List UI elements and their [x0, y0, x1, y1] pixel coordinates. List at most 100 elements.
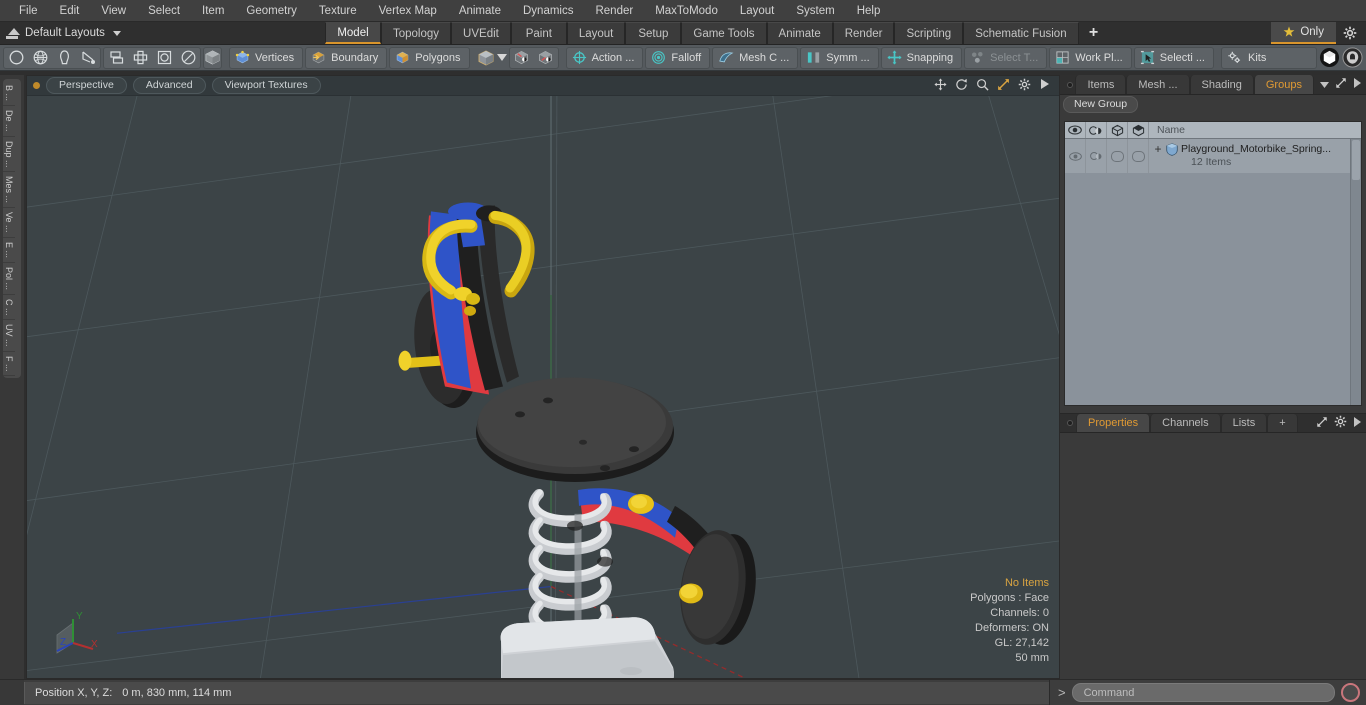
menu-item-layout[interactable]: Layout [729, 1, 786, 21]
unreal-engine-icon[interactable] [1342, 47, 1363, 69]
left-tool-tab-4[interactable]: Ve ... [3, 208, 15, 238]
row-render-toggle[interactable] [1086, 139, 1107, 173]
circle-icon[interactable] [4, 47, 28, 69]
layout-tab-setup[interactable]: Setup [625, 22, 682, 44]
viewport-shading-dropdown[interactable]: Advanced [132, 77, 206, 94]
record-circle-icon[interactable] [1341, 683, 1360, 702]
shape-alt-icon[interactable] [1128, 122, 1149, 138]
menu-item-maxtomodo[interactable]: MaxToModo [644, 1, 729, 21]
item-cube-icon[interactable] [477, 47, 495, 69]
tab-shading[interactable]: Shading [1189, 75, 1254, 94]
properties-chevron-right-icon[interactable] [1353, 416, 1361, 430]
properties-gear-icon[interactable] [1334, 415, 1347, 431]
panel-state-dot-icon[interactable] [1064, 75, 1075, 94]
left-tool-tab-5[interactable]: E ... [3, 238, 15, 263]
panel-chevron-right-icon[interactable] [1353, 78, 1361, 91]
row-shape-checkbox[interactable] [1107, 139, 1128, 173]
selection-mode-boundary[interactable]: Boundary [305, 46, 388, 69]
menu-item-select[interactable]: Select [137, 1, 191, 21]
row-name-cell[interactable]: + Playground_Motorbike_Spring... 12 Item… [1149, 139, 1361, 173]
row-shape-alt-checkbox[interactable] [1128, 139, 1149, 173]
layout-tab-uvedit[interactable]: UVEdit [451, 22, 511, 44]
shape-icon[interactable] [1107, 122, 1128, 138]
layout-tab-animate[interactable]: Animate [766, 22, 833, 44]
menu-item-render[interactable]: Render [584, 1, 644, 21]
pen-icon[interactable] [52, 47, 76, 69]
menu-item-edit[interactable]: Edit [49, 1, 91, 21]
menu-item-system[interactable]: System [785, 1, 845, 21]
curve-icon[interactable] [76, 47, 100, 69]
action-center-button[interactable]: Action ... [565, 46, 644, 69]
selection-mode-polygons[interactable]: Polygons [389, 46, 470, 69]
layout-tab-game-tools[interactable]: Game Tools [681, 22, 767, 44]
menu-item-texture[interactable]: Texture [308, 1, 368, 21]
menu-item-help[interactable]: Help [846, 1, 892, 21]
center-icon[interactable] [128, 47, 152, 69]
snapping-button[interactable]: Snapping [880, 46, 963, 69]
modo-bolt-icon[interactable] [1319, 47, 1340, 69]
layout-tab-model[interactable]: Model [325, 22, 381, 44]
layout-tab-layout[interactable]: Layout [566, 22, 626, 44]
panel-expand-icon[interactable] [1335, 77, 1347, 92]
tab-properties[interactable]: Properties [1076, 414, 1151, 432]
layout-dropdown-caret-icon[interactable] [112, 30, 121, 36]
group-list[interactable]: Name + Playground_Motorbike_Spring... 12… [1064, 121, 1362, 406]
paint-cube-icon[interactable] [510, 47, 534, 69]
tab-channels[interactable]: Channels [1150, 414, 1221, 432]
layout-settings-button[interactable] [1336, 22, 1364, 44]
left-tool-tab-2[interactable]: Dup ... [3, 137, 15, 173]
kits-button[interactable]: Kits [1221, 46, 1318, 69]
align-icon[interactable] [104, 47, 128, 69]
menu-item-item[interactable]: Item [191, 1, 235, 21]
left-tool-tab-3[interactable]: Mes ... [3, 172, 15, 209]
left-tool-tab-7[interactable]: C ... [3, 295, 15, 321]
row-eye-toggle[interactable] [1065, 139, 1086, 173]
new-group-button[interactable]: New Group [1063, 95, 1139, 113]
menu-item-geometry[interactable]: Geometry [235, 1, 308, 21]
ellipse-icon[interactable] [176, 47, 200, 69]
rotate-icon[interactable] [955, 78, 968, 94]
tab-add[interactable]: + [1267, 414, 1298, 432]
left-tool-tab-9[interactable]: F ... [3, 352, 15, 377]
selection-mode-vertices[interactable]: Vertices [229, 46, 304, 69]
left-tool-tab-8[interactable]: UV ... [3, 320, 15, 352]
menu-item-file[interactable]: File [8, 1, 49, 21]
select-through-button[interactable]: Select T... [964, 46, 1048, 69]
properties-state-dot-icon[interactable] [1064, 414, 1076, 432]
layout-tab-schematic-fusion[interactable]: Schematic Fusion [963, 22, 1079, 44]
viewport-state-dot-icon[interactable] [33, 82, 40, 89]
menu-item-animate[interactable]: Animate [448, 1, 512, 21]
pan-icon[interactable] [934, 77, 947, 94]
add-layout-tab-button[interactable]: + [1079, 22, 1109, 44]
tab-items[interactable]: Items [1075, 75, 1127, 94]
layout-tab-topology[interactable]: Topology [381, 22, 452, 44]
left-tool-tab-0[interactable]: B ... [3, 81, 15, 107]
item-dropdown-caret-icon[interactable] [496, 47, 507, 69]
tab-mesh[interactable]: Mesh ... [1126, 75, 1190, 94]
layout-tab-render[interactable]: Render [832, 22, 895, 44]
row-expander[interactable]: + [1153, 142, 1163, 156]
globe-icon[interactable] [28, 47, 52, 69]
play-icon[interactable] [1039, 78, 1050, 93]
mesh-constraint-button[interactable]: Mesh C ... [712, 46, 799, 69]
home-layout-icon[interactable] [4, 27, 20, 39]
table-row[interactable]: + Playground_Motorbike_Spring... 12 Item… [1065, 139, 1361, 173]
work-plane-button[interactable]: Work Pl... [1049, 46, 1132, 69]
properties-expand-icon[interactable] [1316, 416, 1328, 431]
render-icon[interactable] [1086, 122, 1107, 138]
viewport-canvas[interactable]: No Items Polygons : Face Channels: 0 Def… [27, 96, 1059, 678]
layout-tab-paint[interactable]: Paint [510, 22, 567, 44]
symmetry-button[interactable]: Symm ... [800, 46, 879, 69]
only-toggle-button[interactable]: Only [1271, 22, 1336, 44]
menu-item-vertex-map[interactable]: Vertex Map [368, 1, 448, 21]
group-list-scrollbar[interactable] [1350, 139, 1361, 405]
tab-lists[interactable]: Lists [1220, 414, 1268, 432]
gear-icon[interactable] [1018, 78, 1031, 94]
command-input[interactable]: Command [1071, 683, 1335, 702]
selection-sets-button[interactable]: Selecti ... [1133, 46, 1214, 69]
falloff-button[interactable]: Falloff [645, 46, 711, 69]
left-tool-tab-1[interactable]: De ... [3, 106, 15, 137]
panel-tabs-chevron-down-icon[interactable] [1314, 75, 1335, 94]
viewport-textures-dropdown[interactable]: Viewport Textures [211, 77, 321, 94]
menu-item-view[interactable]: View [90, 1, 137, 21]
